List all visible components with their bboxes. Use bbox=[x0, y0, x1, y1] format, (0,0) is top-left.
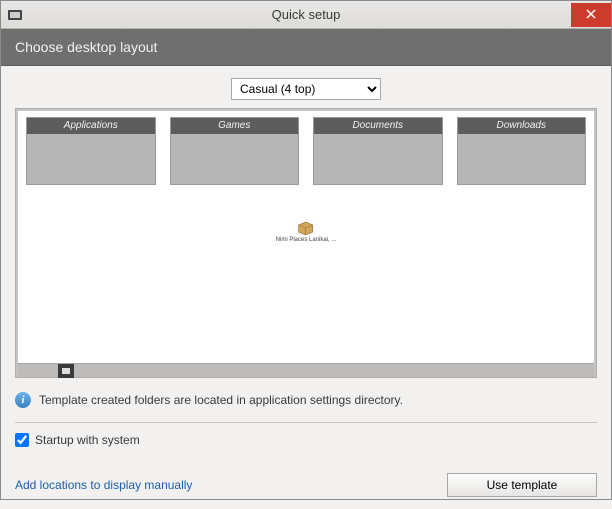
info-row: i Template created folders are located i… bbox=[15, 392, 597, 408]
divider bbox=[15, 422, 597, 423]
close-icon bbox=[586, 6, 596, 24]
preview-center-label: Nimi Places Lanikai, ... bbox=[276, 237, 337, 243]
layout-select[interactable]: Casual (4 top) bbox=[231, 78, 381, 100]
layout-select-row: Casual (4 top) bbox=[15, 78, 597, 100]
folder-label: Documents bbox=[314, 118, 442, 134]
folder-games: Games bbox=[170, 117, 300, 185]
startup-checkbox-label: Startup with system bbox=[35, 433, 140, 447]
folder-label: Games bbox=[171, 118, 299, 134]
folder-documents: Documents bbox=[313, 117, 443, 185]
app-icon bbox=[7, 7, 23, 23]
footer: Add locations to display manually Use te… bbox=[1, 473, 611, 509]
preview-taskbar bbox=[18, 363, 594, 377]
section-header-label: Choose desktop layout bbox=[15, 39, 157, 55]
preview-center-item: Nimi Places Lanikai, ... bbox=[276, 221, 337, 243]
section-header: Choose desktop layout bbox=[1, 29, 611, 66]
folder-downloads: Downloads bbox=[457, 117, 587, 185]
close-button[interactable] bbox=[571, 3, 611, 27]
add-locations-link[interactable]: Add locations to display manually bbox=[15, 478, 192, 492]
startup-checkbox[interactable] bbox=[15, 433, 29, 447]
use-template-button[interactable]: Use template bbox=[447, 473, 597, 497]
taskbar-icon bbox=[58, 364, 74, 378]
folder-label: Downloads bbox=[458, 118, 586, 134]
folder-applications: Applications bbox=[26, 117, 156, 185]
desktop-preview: Applications Games Documents Downloads N… bbox=[18, 111, 594, 363]
startup-checkbox-row[interactable]: Startup with system bbox=[15, 433, 597, 447]
folder-label: Applications bbox=[27, 118, 155, 134]
folders-row: Applications Games Documents Downloads bbox=[18, 111, 594, 185]
info-icon: i bbox=[15, 392, 31, 408]
info-text: Template created folders are located in … bbox=[39, 393, 403, 407]
preview-frame: Applications Games Documents Downloads N… bbox=[15, 108, 597, 378]
box-icon bbox=[297, 221, 315, 235]
titlebar: Quick setup bbox=[1, 1, 611, 29]
window-title: Quick setup bbox=[1, 7, 611, 22]
